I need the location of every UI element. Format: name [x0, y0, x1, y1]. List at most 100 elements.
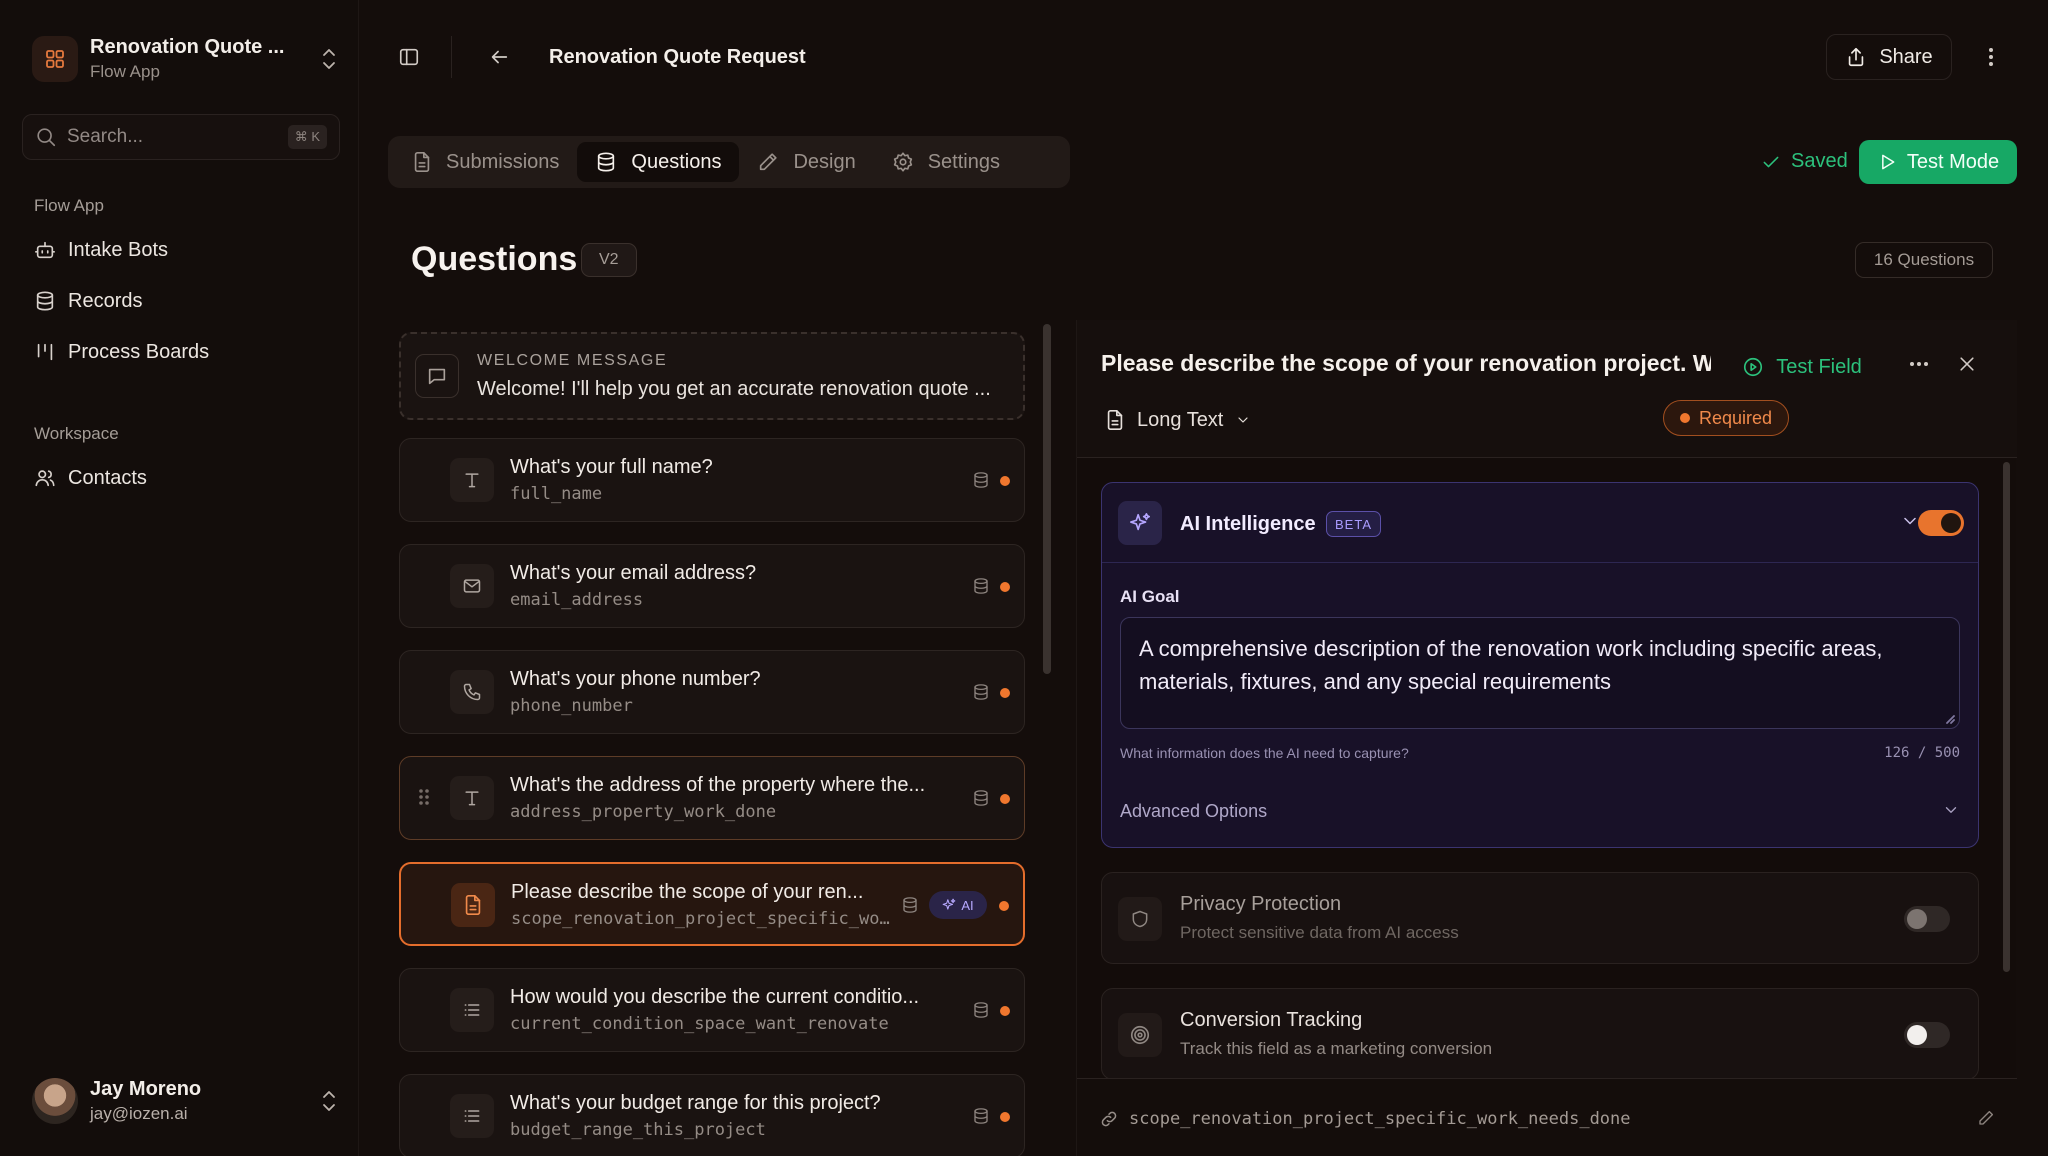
question-title: What's your email address? — [510, 562, 757, 584]
back-button[interactable] — [479, 37, 519, 77]
question-key: email_address — [510, 590, 644, 610]
database-icon — [595, 151, 617, 173]
search-shortcut: ⌘ K — [287, 125, 327, 149]
phone-icon — [450, 670, 494, 714]
required-dot — [1000, 1006, 1010, 1016]
play-circle-icon — [1742, 356, 1764, 378]
conversion-toggle[interactable] — [1904, 1022, 1950, 1048]
privacy-title: Privacy Protection — [1180, 893, 1342, 915]
app-switcher[interactable]: Renovation Quote ... Flow App — [32, 34, 340, 84]
question-key: full_name — [510, 484, 603, 504]
tab-label: Settings — [927, 150, 1000, 173]
question-card[interactable]: What's your full name? full_name — [399, 438, 1025, 522]
toggle-sidebar-button[interactable] — [389, 37, 429, 77]
required-dot — [1000, 582, 1010, 592]
detail-footer: scope_renovation_project_specific_work_n… — [1077, 1078, 2017, 1156]
version-badge: V2 — [581, 243, 637, 277]
gear-icon — [892, 151, 914, 173]
list-icon — [450, 1094, 494, 1138]
test-field-label: Test Field — [1776, 355, 1862, 378]
database-icon — [972, 1106, 990, 1126]
detail-more-button[interactable] — [1899, 344, 1939, 384]
resize-handle-icon[interactable] — [1945, 714, 1955, 724]
chevrons-up-down-icon — [318, 46, 340, 72]
kanban-icon — [34, 341, 56, 363]
arrow-left-icon — [488, 46, 510, 68]
question-card[interactable]: What's your phone number? phone_number — [399, 650, 1025, 734]
edit-key-button[interactable] — [1977, 1109, 1995, 1127]
drag-handle-icon[interactable] — [418, 787, 430, 807]
sidebar-item-contacts[interactable]: Contacts — [34, 462, 147, 494]
field-type-select[interactable]: Long Text — [1101, 400, 1273, 440]
tab-settings[interactable]: Settings — [874, 142, 1018, 182]
question-card-selected[interactable]: Please describe the scope of your ren...… — [399, 862, 1025, 946]
sidebar-item-label: Process Boards — [68, 340, 210, 363]
database-icon — [34, 290, 56, 312]
required-toggle-badge[interactable]: Required — [1663, 400, 1789, 436]
link-icon — [1099, 1109, 1119, 1129]
sidebar-item-intake-bots[interactable]: Intake Bots — [34, 234, 168, 266]
chevron-down-icon[interactable] — [1942, 801, 1960, 819]
test-mode-button[interactable]: Test Mode — [1859, 140, 2017, 184]
question-title: What's your phone number? — [510, 668, 761, 690]
mail-icon — [450, 564, 494, 608]
test-field-button[interactable]: Test Field — [1727, 346, 1877, 388]
more-vertical-icon — [1988, 46, 1994, 68]
advanced-options-toggle[interactable]: Advanced Options — [1120, 801, 1267, 822]
chevron-down-icon[interactable] — [1900, 511, 1920, 531]
tab-design[interactable]: Design — [739, 142, 873, 182]
question-card[interactable]: What's your email address? email_address — [399, 544, 1025, 628]
chevron-down-icon — [1235, 412, 1251, 428]
check-icon — [1761, 152, 1781, 172]
tab-bar: Submissions Questions Design Settings — [388, 136, 1070, 188]
ai-goal-textarea[interactable]: A comprehensive description of the renov… — [1120, 617, 1960, 729]
question-card[interactable]: How would you describe the current condi… — [399, 968, 1025, 1052]
question-title: What's your budget range for this projec… — [510, 1092, 881, 1114]
welcome-message-card[interactable]: WELCOME MESSAGE Welcome! I'll help you g… — [399, 332, 1025, 420]
file-icon — [412, 151, 432, 173]
share-button[interactable]: Share — [1826, 34, 1952, 80]
sidebar-item-process-boards[interactable]: Process Boards — [34, 336, 209, 368]
ai-intelligence-toggle[interactable] — [1918, 510, 1964, 536]
tab-label: Questions — [631, 150, 722, 173]
required-label: Required — [1698, 407, 1773, 428]
question-card[interactable]: What's the address of the property where… — [399, 756, 1025, 840]
search-placeholder: Search... — [67, 126, 144, 147]
privacy-subtitle: Protect sensitive data from AI access — [1180, 923, 1459, 942]
privacy-protection-card: Privacy Protection Protect sensitive dat… — [1101, 872, 1979, 964]
ai-intelligence-header[interactable]: AI Intelligence BETA — [1102, 483, 1978, 563]
question-title: What's your full name? — [510, 456, 713, 478]
question-card[interactable]: What's your budget range for this projec… — [399, 1074, 1025, 1156]
tab-submissions[interactable]: Submissions — [394, 142, 577, 182]
play-icon — [1877, 152, 1897, 172]
test-mode-label: Test Mode — [1906, 150, 2000, 173]
nav-section-title: Flow App — [34, 196, 104, 215]
question-title: What's the address of the property where… — [510, 774, 926, 796]
pencil-icon — [757, 151, 779, 173]
question-list-scrollbar[interactable] — [1043, 324, 1051, 674]
privacy-toggle[interactable] — [1904, 906, 1950, 932]
saved-label: Saved — [1791, 150, 1848, 172]
more-horizontal-icon — [1908, 361, 1930, 367]
conversion-tracking-card: Conversion Tracking Track this field as … — [1101, 988, 1979, 1080]
detail-panel-scrollbar[interactable] — [2003, 462, 2010, 972]
question-key: budget_range_this_project — [510, 1120, 766, 1140]
tab-questions[interactable]: Questions — [577, 142, 740, 182]
search-input[interactable]: Search... ⌘ K — [22, 114, 340, 160]
more-options-button[interactable] — [1971, 37, 2011, 77]
target-icon — [1118, 1013, 1162, 1057]
question-count-badge: 16 Questions — [1855, 242, 1993, 278]
message-icon — [415, 354, 459, 398]
tab-label: Design — [793, 150, 856, 173]
database-icon — [972, 470, 990, 490]
user-menu[interactable]: Jay Moreno jay@iozen.ai — [32, 1074, 340, 1128]
sidebar-item-records[interactable]: Records — [34, 285, 142, 317]
document-icon — [451, 883, 495, 927]
toggle-knob — [1907, 1025, 1927, 1045]
database-icon — [901, 895, 919, 915]
question-detail-panel: Please describe the scope of your renova… — [1076, 320, 2017, 1156]
conversion-subtitle: Track this field as a marketing conversi… — [1180, 1039, 1493, 1058]
field-type-label: Long Text — [1137, 408, 1224, 431]
ai-intelligence-title: AI Intelligence — [1180, 513, 1316, 535]
close-panel-button[interactable] — [1947, 344, 1987, 384]
